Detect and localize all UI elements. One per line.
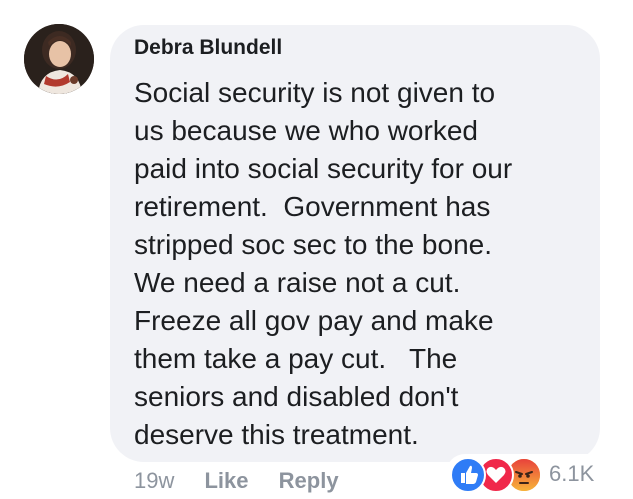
comment-text: Social security is not given to us becau… bbox=[134, 77, 513, 450]
comment-actions: 19w Like Reply bbox=[134, 468, 363, 494]
reactions-summary[interactable]: 6.1K bbox=[446, 454, 606, 493]
reaction-count: 6.1K bbox=[549, 461, 595, 486]
like-button[interactable]: Like bbox=[204, 468, 248, 493]
author-name[interactable]: Debra Blundell bbox=[134, 36, 282, 60]
avatar[interactable] bbox=[24, 24, 94, 94]
like-icon bbox=[450, 457, 486, 493]
comment-age[interactable]: 19w bbox=[134, 468, 174, 493]
reply-button[interactable]: Reply bbox=[279, 468, 339, 493]
